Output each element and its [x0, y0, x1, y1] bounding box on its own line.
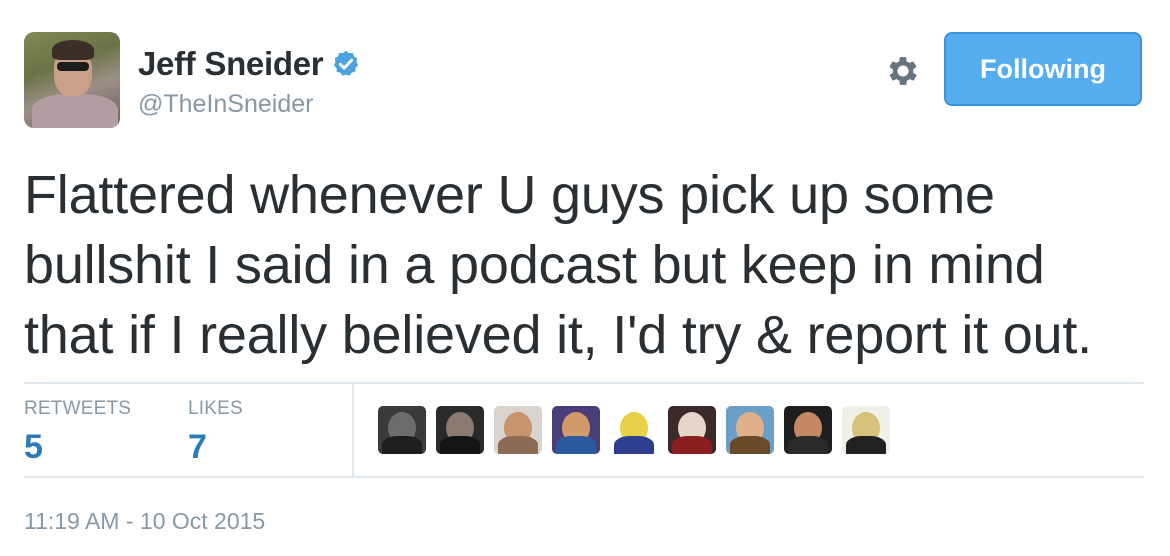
liker-avatar[interactable]: [610, 406, 658, 454]
name-row: Jeff Sneider: [138, 45, 361, 83]
liker-avatar[interactable]: [726, 406, 774, 454]
divider: [352, 384, 354, 476]
liker-avatar[interactable]: [784, 406, 832, 454]
tweet-text-line: bullshit I said in a podcast but keep in…: [24, 235, 1045, 295]
retweets-label: RETWEETS: [24, 398, 132, 419]
gear-icon[interactable]: [884, 52, 922, 90]
user-avatar[interactable]: [24, 32, 120, 128]
likes-count: 7: [188, 428, 207, 466]
liker-avatar[interactable]: [842, 406, 890, 454]
tweet-card: Jeff Sneider @TheInSneider Following Fla…: [0, 0, 1170, 556]
tweet-text-line: Flattered whenever U guys pick up some: [24, 165, 995, 225]
divider: [24, 476, 1144, 478]
retweets-count: 5: [24, 428, 43, 466]
liker-avatar[interactable]: [436, 406, 484, 454]
liker-avatar[interactable]: [552, 406, 600, 454]
following-button[interactable]: Following: [944, 32, 1142, 106]
tweet-timestamp[interactable]: 11:19 AM - 10 Oct 2015: [24, 508, 265, 535]
likers-avatars: [378, 406, 890, 454]
liker-avatar[interactable]: [668, 406, 716, 454]
divider: [24, 382, 1144, 384]
liker-avatar[interactable]: [494, 406, 542, 454]
display-name[interactable]: Jeff Sneider: [138, 45, 324, 83]
avatar-shirt: [32, 94, 118, 128]
avatar-sunglasses: [57, 62, 89, 71]
tweet-text: Flattered whenever U guys pick up some b…: [24, 160, 1154, 370]
avatar-hair: [52, 40, 94, 60]
verified-badge-icon: [334, 50, 359, 76]
likes-label: LIKES: [188, 398, 243, 419]
user-handle[interactable]: @TheInSneider: [138, 90, 313, 119]
likes-stat[interactable]: LIKES 7: [188, 398, 243, 467]
tweet-text-line: that if I really believed it, I'd try & …: [24, 305, 1092, 365]
retweets-stat[interactable]: RETWEETS 5: [24, 398, 131, 467]
liker-avatar[interactable]: [378, 406, 426, 454]
